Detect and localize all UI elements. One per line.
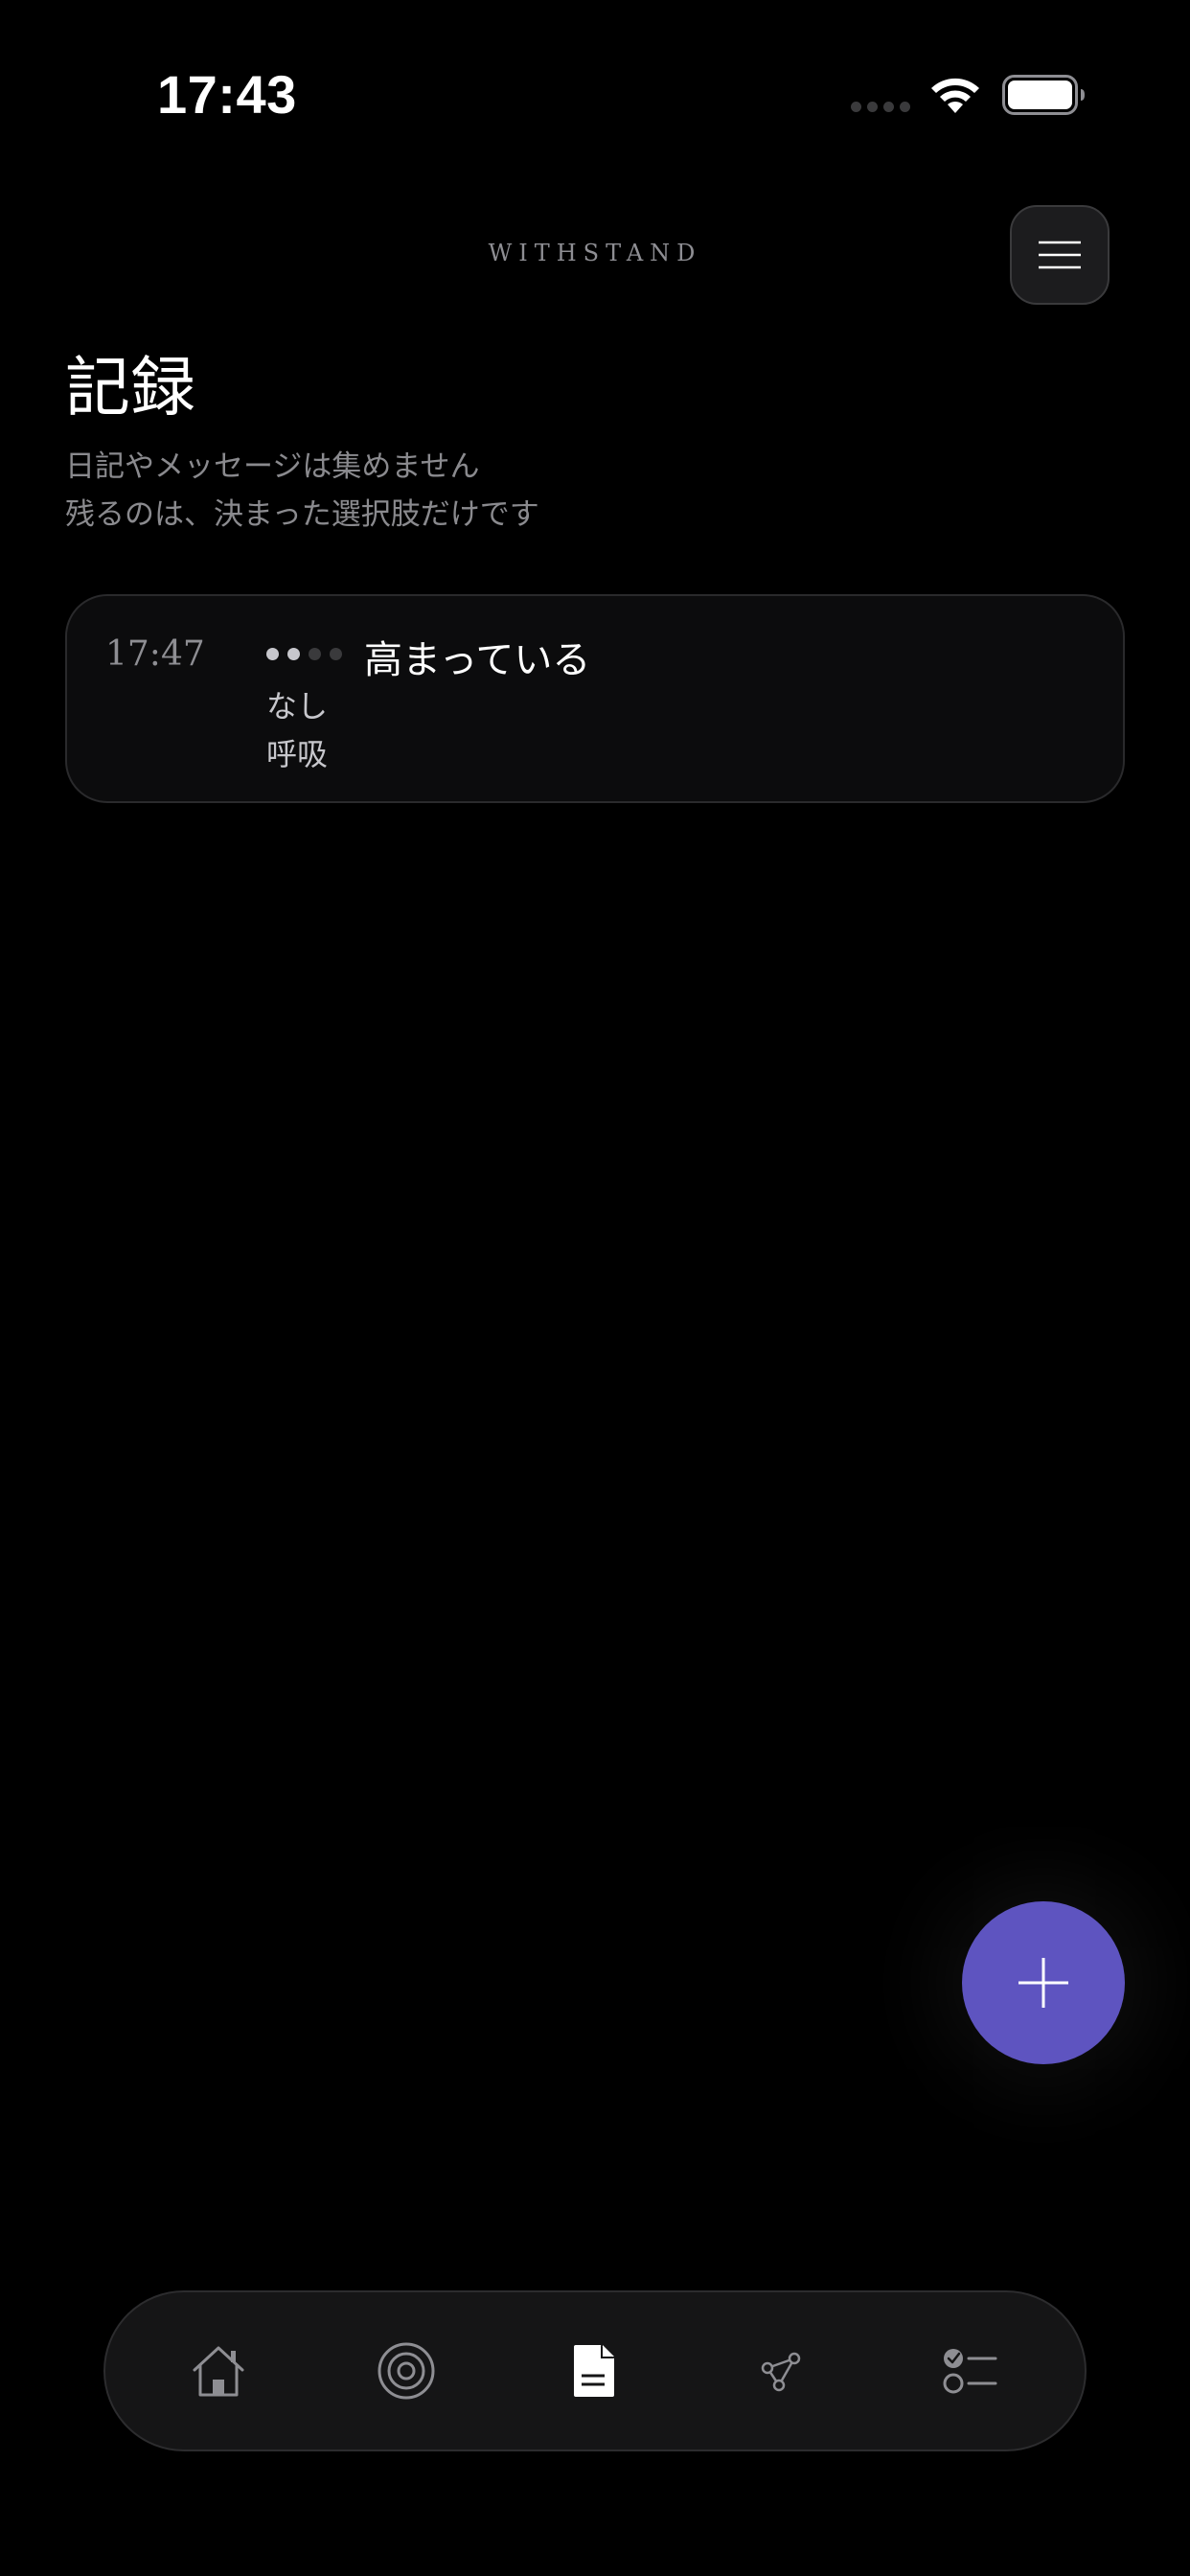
page-subtitle-line1: 日記やメッセージは集めません [65, 449, 480, 484]
record-detail-2: 呼吸 [266, 736, 329, 772]
record-card[interactable]: 17:47 高まっている なし 呼吸 [65, 594, 1125, 803]
tab-checklist[interactable] [933, 2333, 1010, 2409]
level-dot-empty [309, 648, 321, 660]
level-dot-filled [287, 648, 300, 660]
record-state: 高まっている [364, 638, 591, 682]
tab-connections[interactable] [744, 2333, 820, 2409]
plus-icon [1018, 1958, 1068, 2008]
record-detail-1: なし [266, 688, 329, 724]
status-time: 17:43 [157, 64, 297, 125]
level-dot-empty [330, 648, 342, 660]
page-subtitle-line2: 残るのは、決まった選択肢だけです [65, 497, 539, 532]
tab-bar [103, 2290, 1087, 2451]
cellular-signal-icon [851, 102, 910, 112]
connections-icon [761, 2352, 801, 2392]
document-icon [574, 2345, 614, 2397]
tab-focus[interactable] [368, 2333, 445, 2409]
hamburger-menu-icon [1039, 241, 1081, 269]
target-icon [378, 2342, 435, 2400]
add-record-button[interactable] [962, 1901, 1125, 2064]
tab-home[interactable] [180, 2333, 257, 2409]
record-time: 17:47 [105, 634, 205, 674]
tab-records[interactable] [556, 2333, 632, 2409]
checklist-icon [943, 2349, 997, 2394]
battery-icon [1002, 75, 1085, 115]
home-icon [193, 2346, 244, 2397]
intensity-level-indicator [266, 648, 342, 660]
menu-button[interactable] [1010, 205, 1110, 305]
level-dot-filled [266, 648, 279, 660]
page-title: 記録 [65, 351, 196, 426]
wifi-icon [931, 78, 979, 113]
